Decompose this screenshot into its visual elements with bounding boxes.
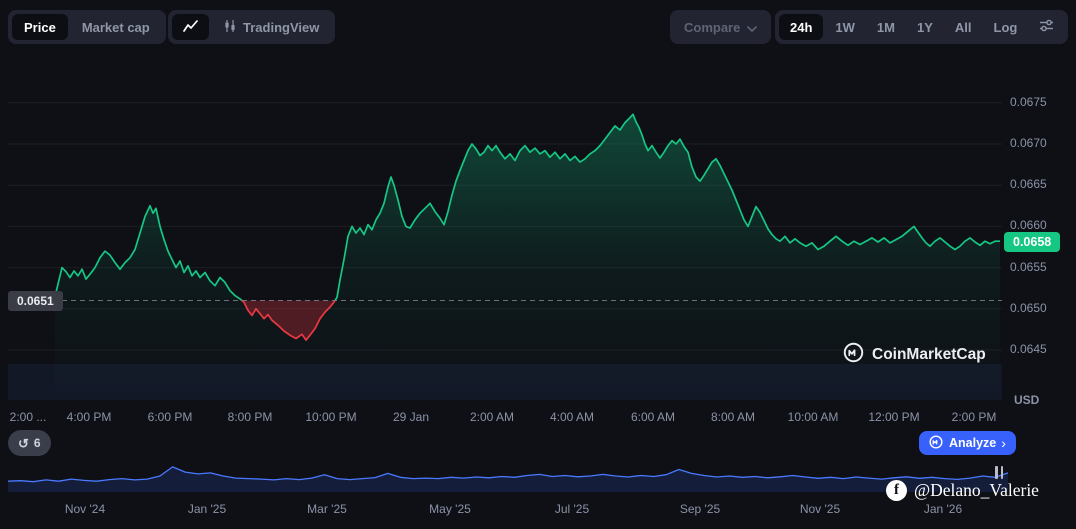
line-chart-button[interactable] [172,14,209,40]
x-axis-label: 6:00 AM [631,410,675,424]
coinmarketcap-watermark: CoinMarketCap [843,342,986,368]
y-axis-label: 0.0655 [1010,260,1047,274]
history-undo-icon: ↺ [18,437,29,450]
chart-type-toggle: TradingView [168,10,335,44]
y-axis: 0.0675 0.0670 0.0665 0.0660 0.0655 0.0650 0.06… [1008,56,1072,400]
tradingview-label: TradingView [243,20,319,35]
range-1m-label: 1M [877,20,895,35]
navigator-axis-label: Jan '26 [924,502,962,516]
x-axis-label: 12:00 PM [868,410,919,424]
range-navigator[interactable] [8,456,1008,492]
y-axis-label: 0.0645 [1010,342,1047,356]
analyze-chevron-icon: › [1001,435,1006,451]
current-price-badge: 0.0658 [1004,232,1060,252]
social-watermark: f @Delano_Valerie [886,480,1039,501]
navigator-axis-label: May '25 [429,502,471,516]
price-tab-label: Price [24,20,56,35]
y-axis-label: 0.0665 [1010,177,1047,191]
navigator-resize-handle[interactable] [995,466,1003,479]
x-axis-label: 2:00 ... [10,410,47,424]
x-axis-label: 10:00 PM [305,410,356,424]
time-range-group: 24h 1W 1M 1Y All Log [775,10,1068,44]
sliders-icon [1039,18,1054,36]
y-axis-label: 0.0660 [1010,218,1047,232]
navigator-axis-label: Jul '25 [555,502,589,516]
x-axis: 2:00 ... 4:00 PM 6:00 PM 8:00 PM 10:00 PM 29 … [8,410,1002,426]
currency-label: USD [1014,393,1039,407]
range-all[interactable]: All [945,14,982,40]
compare-label: Compare [684,20,740,35]
y-axis-label: 0.0650 [1010,301,1047,315]
x-axis-label: 10:00 AM [788,410,839,424]
open-price-label: 0.0651 [8,291,63,311]
coinmarketcap-logo-icon [843,342,864,368]
range-1y[interactable]: 1Y [907,14,943,40]
history-badge[interactable]: ↺ 6 [8,430,51,456]
x-axis-label: 2:00 AM [470,410,514,424]
range-1w-label: 1W [835,20,855,35]
analyze-logo-icon [929,435,943,452]
facebook-icon: f [886,480,907,501]
y-axis-label: 0.0675 [1010,95,1047,109]
coinmarketcap-watermark-text: CoinMarketCap [872,346,986,364]
x-axis-label: 4:00 PM [67,410,112,424]
chevron-down-icon [747,20,757,35]
x-axis-label: 6:00 PM [148,410,193,424]
tradingview-button[interactable]: TradingView [211,14,331,40]
price-tab[interactable]: Price [12,14,68,40]
navigator-axis-label: Nov '25 [800,502,840,516]
analyze-button[interactable]: Analyze › [919,431,1016,455]
history-count: 6 [34,436,41,450]
chart-settings-button[interactable] [1029,14,1064,40]
line-chart-icon [183,20,198,35]
log-label: Log [994,20,1018,35]
range-all-label: All [955,20,972,35]
x-axis-label: 29 Jan [393,410,429,424]
navigator-axis-label: Mar '25 [307,502,347,516]
navigator-axis-label: Nov '24 [65,502,105,516]
x-axis-label: 2:00 PM [952,410,997,424]
range-1m[interactable]: 1M [867,14,905,40]
range-1w[interactable]: 1W [825,14,865,40]
navigator-axis-label: Sep '25 [680,502,720,516]
coinmarketcap-chart-page: Price Market cap TradingView Compare [0,0,1076,529]
range-24h[interactable]: 24h [779,14,823,40]
x-axis-label: 4:00 AM [550,410,594,424]
range-1y-label: 1Y [917,20,933,35]
analyze-label: Analyze [949,436,996,450]
price-marketcap-toggle: Price Market cap [8,10,166,44]
social-handle: @Delano_Valerie [914,480,1039,501]
range-24h-label: 24h [790,20,812,35]
navigator-svg[interactable] [8,456,1008,492]
market-cap-tab[interactable]: Market cap [70,14,162,40]
navigator-axis: Nov '24 Jan '25 Mar '25 May '25 Jul '25 Sep '… [8,502,1008,518]
y-axis-label: 0.0670 [1010,136,1047,150]
compare-button[interactable]: Compare [670,10,771,44]
navigator-axis-label: Jan '25 [188,502,226,516]
x-axis-label: 8:00 AM [711,410,755,424]
log-scale-toggle[interactable]: Log [984,14,1028,40]
x-axis-label: 8:00 PM [228,410,273,424]
market-cap-tab-label: Market cap [82,20,150,35]
candlestick-icon [223,19,237,36]
